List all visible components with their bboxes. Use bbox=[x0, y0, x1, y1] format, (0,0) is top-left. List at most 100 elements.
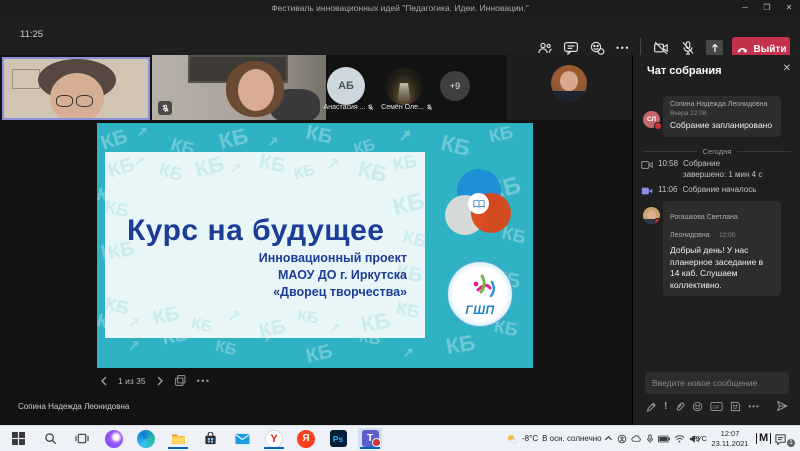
attach-icon[interactable] bbox=[674, 401, 685, 412]
meeting-event: 10:58 Собрание завершено: 1 мин 4 с bbox=[641, 159, 763, 180]
badge-figures bbox=[460, 270, 500, 306]
chat-close-icon[interactable]: ✕ bbox=[783, 63, 791, 74]
slides-grid-icon[interactable] bbox=[174, 374, 187, 387]
compose-more-icon[interactable]: ••• bbox=[748, 402, 759, 411]
battery-icon[interactable] bbox=[658, 435, 670, 443]
circles-logo bbox=[445, 169, 513, 239]
edge-browser-icon[interactable] bbox=[134, 428, 158, 449]
chat-input[interactable] bbox=[645, 372, 789, 394]
mail-app-icon[interactable] bbox=[230, 428, 254, 449]
prev-slide-icon[interactable] bbox=[100, 376, 108, 386]
kb-pattern-glyph: КБ bbox=[304, 341, 335, 367]
message-text: Добрый день! У нас планерное заседание в… bbox=[670, 245, 774, 291]
send-icon[interactable] bbox=[776, 400, 788, 412]
kb-pattern-glyph: КБ bbox=[356, 158, 390, 186]
svg-text:GIF: GIF bbox=[713, 404, 721, 409]
emoji-icon[interactable] bbox=[692, 401, 703, 412]
mic-off-icon bbox=[426, 104, 433, 111]
photoshop-icon[interactable]: Ps bbox=[326, 428, 350, 449]
search-icon[interactable] bbox=[38, 428, 62, 449]
kb-pattern-glyph: ↗ bbox=[329, 321, 341, 335]
weather-widget[interactable]: -8°C В осн. солнечно bbox=[506, 426, 602, 451]
kb-pattern-glyph: КБ bbox=[391, 189, 425, 220]
presenter-name: Сопина Надежда Леонидовна bbox=[18, 402, 129, 411]
language-indicator[interactable]: РУС bbox=[692, 426, 707, 451]
day-divider: Сегодня bbox=[643, 147, 791, 156]
kb-pattern-glyph: ↗ bbox=[136, 125, 148, 139]
microsoft-store-icon[interactable] bbox=[198, 428, 222, 449]
kb-pattern-glyph: ↗ bbox=[398, 128, 412, 145]
participant-label: Анастасия ... bbox=[318, 104, 380, 111]
kb-pattern-glyph: КБ bbox=[444, 331, 477, 358]
slide-title: Курс на будущее bbox=[127, 214, 384, 248]
chat-message: Рогашкова Светлана Леонидовна 12:00 Добр… bbox=[663, 201, 781, 296]
kb-pattern-glyph: КБ bbox=[106, 154, 137, 181]
presence-dot bbox=[654, 218, 660, 224]
action-center-icon[interactable]: 1 bbox=[774, 426, 787, 451]
meeting-timer: 11:25 bbox=[20, 29, 43, 40]
minimize-icon[interactable]: ─ bbox=[734, 0, 756, 16]
nav-more-icon[interactable]: ••• bbox=[197, 376, 211, 386]
kb-pattern-glyph: ↗ bbox=[230, 161, 242, 175]
clock[interactable]: 12:07 23.11.2021 bbox=[710, 429, 750, 448]
chat-panel: Чат собрания ✕ СЛ Сопина Надежда Леонидо… bbox=[632, 55, 800, 425]
message-time: Вчера 22:08 bbox=[670, 110, 774, 117]
alice-assistant-icon[interactable] bbox=[102, 428, 126, 449]
kb-pattern-glyph: КБ bbox=[257, 152, 287, 176]
compose-toolbar: ! GIF ••• bbox=[646, 400, 788, 412]
kb-pattern-glyph: КБ bbox=[395, 299, 422, 322]
sun-cloud-icon bbox=[506, 433, 518, 445]
video-tile-speaker[interactable] bbox=[2, 57, 150, 120]
kb-pattern-glyph: КБ bbox=[401, 227, 425, 250]
network-icon[interactable] bbox=[674, 434, 685, 443]
maximize-icon[interactable]: ❐ bbox=[756, 0, 778, 16]
teams-app-icon[interactable]: T bbox=[358, 428, 382, 449]
kb-pattern-glyph: ↗ bbox=[128, 339, 141, 354]
video-tile-avatar[interactable] bbox=[505, 55, 632, 120]
slide-subtitle: Инновационный проект МАОУ ДО г. Иркутска… bbox=[259, 250, 407, 301]
participant-avatar bbox=[551, 65, 587, 101]
leave-button-label: Выйти bbox=[754, 44, 787, 55]
microphone-tray-icon[interactable] bbox=[646, 434, 654, 444]
teams-notification-badge bbox=[372, 438, 381, 447]
kb-pattern-glyph: КБ bbox=[292, 162, 317, 183]
windows-taskbar: Y Я Ps T -8°C В осн. солнечно РУС 12:07 … bbox=[0, 425, 800, 451]
start-button[interactable] bbox=[6, 428, 30, 449]
window-titlebar: Фестиваль инновационных идей "Педагогика… bbox=[0, 0, 800, 16]
meeting-event: 11:06 Собрание началось bbox=[641, 185, 762, 196]
priority-icon[interactable]: ! bbox=[664, 401, 667, 412]
tray-expand-icon[interactable] bbox=[604, 434, 613, 443]
avatar-photo-bridge[interactable] bbox=[385, 67, 423, 105]
kb-pattern-glyph: КБ bbox=[190, 315, 215, 336]
gif-icon[interactable]: GIF bbox=[710, 401, 723, 412]
yandex-icon[interactable]: Я bbox=[294, 428, 318, 449]
more-participants-badge[interactable]: +9 bbox=[440, 71, 470, 101]
kb-pattern-glyph: ↗ bbox=[227, 308, 241, 325]
format-icon[interactable] bbox=[646, 401, 657, 412]
file-explorer-icon[interactable] bbox=[166, 428, 190, 449]
chat-avatar bbox=[643, 207, 660, 224]
kb-pattern-glyph: ↗ bbox=[402, 346, 414, 360]
message-time: 12:00 bbox=[719, 232, 735, 239]
kb-pattern-glyph: КБ bbox=[151, 304, 181, 329]
share-screen-icon[interactable] bbox=[706, 40, 723, 57]
camera-filled-icon bbox=[641, 186, 653, 196]
kb-pattern-glyph: КБ bbox=[439, 132, 473, 160]
meeting-stage: АБ +9 Анастасия ... Семён Оле... КБ↗КБКБ… bbox=[0, 55, 632, 425]
sticker-icon[interactable] bbox=[730, 401, 741, 412]
avatar-initials[interactable]: АБ bbox=[327, 67, 365, 105]
camera-outline-icon bbox=[641, 160, 653, 170]
book-icon bbox=[468, 193, 489, 214]
kb-pattern-glyph: КБ bbox=[157, 160, 185, 184]
close-icon[interactable]: ✕ bbox=[778, 0, 800, 16]
people-tray-icon[interactable] bbox=[617, 434, 627, 444]
slide-content-box: КБ↗КБКБ↗КБКБ↗КБКБКБКБКБКБКБКБ↗КБКБ↗КБКБ↗… bbox=[105, 152, 425, 338]
kb-pattern-glyph: КБ bbox=[257, 316, 288, 338]
onedrive-icon[interactable] bbox=[631, 434, 642, 443]
yandex-browser-icon[interactable]: Y bbox=[262, 428, 286, 449]
video-tile-2[interactable] bbox=[152, 55, 326, 120]
next-slide-icon[interactable] bbox=[156, 376, 164, 386]
task-view-icon[interactable] bbox=[70, 428, 94, 449]
mail-tray-icon[interactable]: М bbox=[755, 426, 771, 451]
clock-time: 12:07 bbox=[710, 429, 750, 439]
